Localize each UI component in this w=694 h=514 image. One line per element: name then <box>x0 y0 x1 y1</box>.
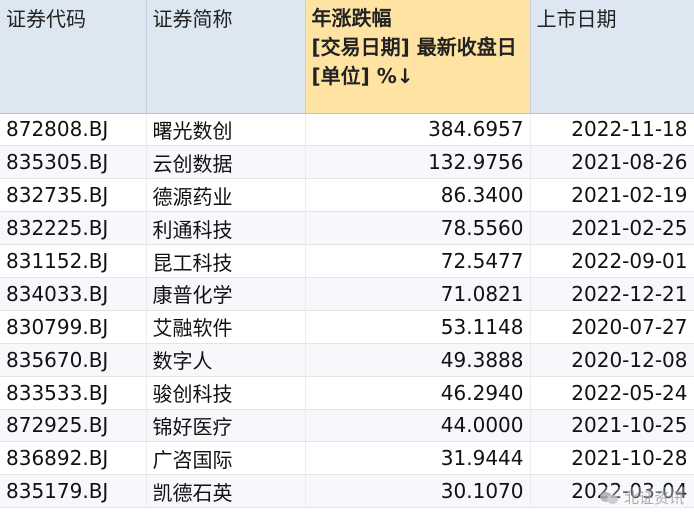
stock-table: 证券代码 证券简称 年涨跌幅 [交易日期] 最新收盘日 [单位] %↓ 上市日期… <box>0 0 694 509</box>
cell-code[interactable]: 835670.BJ <box>0 343 147 377</box>
table-row[interactable]: 832225.BJ 利通科技 78.5560 2021-02-25 <box>0 211 694 246</box>
header-security-name[interactable]: 证券简称 <box>146 0 306 114</box>
cell-name[interactable]: 昆工科技 <box>146 244 306 278</box>
cell-name[interactable]: 艾融软件 <box>146 310 306 344</box>
cell-change[interactable]: 53.1148 <box>305 310 531 344</box>
cell-change[interactable]: 71.0821 <box>305 277 531 311</box>
cell-change[interactable]: 132.9756 <box>305 145 531 180</box>
header-listing-date[interactable]: 上市日期 <box>530 0 694 114</box>
cell-code[interactable]: 872808.BJ <box>0 113 147 147</box>
cell-change[interactable]: 31.9444 <box>305 441 531 476</box>
cell-listing-date[interactable]: 2022-09-01 <box>530 244 694 278</box>
table-row[interactable]: 872808.BJ 曙光数创 384.6957 2022-11-18 <box>0 113 694 147</box>
cell-code[interactable]: 833533.BJ <box>0 376 147 410</box>
cell-change[interactable]: 72.5477 <box>305 244 531 278</box>
cell-listing-date[interactable]: 2020-12-08 <box>530 343 694 377</box>
header-security-name-label: 证券简称 <box>152 7 233 31</box>
cell-change[interactable]: 384.6957 <box>305 113 531 147</box>
cell-change[interactable]: 30.1070 <box>305 474 531 509</box>
cell-code[interactable]: 834033.BJ <box>0 277 147 311</box>
cell-code[interactable]: 835179.BJ <box>0 474 147 509</box>
table-row[interactable]: 833533.BJ 骏创科技 46.2940 2022-05-24 <box>0 376 694 410</box>
header-listing-date-label: 上市日期 <box>536 7 617 31</box>
cell-listing-date[interactable]: 2021-02-25 <box>530 211 694 246</box>
header-row: 证券代码 证券简称 年涨跌幅 [交易日期] 最新收盘日 [单位] %↓ 上市日期 <box>0 0 694 114</box>
table-row[interactable]: 835179.BJ 凯德石英 30.1070 2022-03-04 <box>0 474 694 509</box>
table-row[interactable]: 831152.BJ 昆工科技 72.5477 2022-09-01 <box>0 244 694 278</box>
table-row[interactable]: 872925.BJ 锦好医疗 44.0000 2021-10-25 <box>0 409 694 443</box>
cell-name[interactable]: 康普化学 <box>146 277 306 311</box>
cell-code[interactable]: 830799.BJ <box>0 310 147 344</box>
cell-change[interactable]: 49.3888 <box>305 343 531 377</box>
cell-code[interactable]: 835305.BJ <box>0 145 147 180</box>
cell-name[interactable]: 云创数据 <box>146 145 306 180</box>
cell-change[interactable]: 86.3400 <box>305 178 531 213</box>
wechat-icon <box>599 490 620 506</box>
cell-name[interactable]: 曙光数创 <box>146 113 306 147</box>
cell-name[interactable]: 广咨国际 <box>146 441 306 476</box>
header-annual-change[interactable]: 年涨跌幅 [交易日期] 最新收盘日 [单位] %↓ <box>305 0 531 114</box>
cell-listing-date[interactable]: 2021-08-26 <box>530 145 694 180</box>
table-row[interactable]: 832735.BJ 德源药业 86.3400 2021-02-19 <box>0 178 694 213</box>
cell-listing-date[interactable]: 2022-05-24 <box>530 376 694 410</box>
cell-code[interactable]: 832225.BJ <box>0 211 147 246</box>
header-security-code[interactable]: 证券代码 <box>0 0 147 114</box>
cell-listing-date[interactable]: 2022-12-21 <box>530 277 694 311</box>
header-annual-change-unit: [单位] %↓ <box>311 64 414 88</box>
cell-listing-date[interactable]: 2020-07-27 <box>530 310 694 344</box>
cell-listing-date[interactable]: 2021-10-28 <box>530 441 694 476</box>
cell-name[interactable]: 利通科技 <box>146 211 306 246</box>
watermark-text: 北证资讯 <box>623 489 684 507</box>
cell-name[interactable]: 凯德石英 <box>146 474 306 509</box>
watermark: 北证资讯 <box>599 487 684 508</box>
cell-code[interactable]: 836892.BJ <box>0 441 147 476</box>
cell-change[interactable]: 78.5560 <box>305 211 531 246</box>
cell-name[interactable]: 数字人 <box>146 343 306 377</box>
cell-listing-date[interactable]: 2021-10-25 <box>530 409 694 443</box>
cell-listing-date[interactable]: 2022-11-18 <box>530 113 694 147</box>
cell-name[interactable]: 德源药业 <box>146 178 306 213</box>
cell-code[interactable]: 832735.BJ <box>0 178 147 213</box>
table-body: 872808.BJ 曙光数创 384.6957 2022-11-18 83530… <box>0 113 694 509</box>
cell-name[interactable]: 骏创科技 <box>146 376 306 410</box>
cell-code[interactable]: 831152.BJ <box>0 244 147 278</box>
cell-name[interactable]: 锦好医疗 <box>146 409 306 443</box>
cell-change[interactable]: 44.0000 <box>305 409 531 443</box>
cell-listing-date[interactable]: 2021-02-19 <box>530 178 694 213</box>
table-row[interactable]: 836892.BJ 广咨国际 31.9444 2021-10-28 <box>0 441 694 476</box>
table-row[interactable]: 835670.BJ 数字人 49.3888 2020-12-08 <box>0 343 694 377</box>
header-annual-change-date: [交易日期] 最新收盘日 <box>311 35 517 59</box>
table-row[interactable]: 830799.BJ 艾融软件 53.1148 2020-07-27 <box>0 310 694 344</box>
cell-change[interactable]: 46.2940 <box>305 376 531 410</box>
table-row[interactable]: 835305.BJ 云创数据 132.9756 2021-08-26 <box>0 145 694 180</box>
table-row[interactable]: 834033.BJ 康普化学 71.0821 2022-12-21 <box>0 277 694 311</box>
header-security-code-label: 证券代码 <box>6 7 86 31</box>
cell-code[interactable]: 872925.BJ <box>0 409 147 443</box>
header-annual-change-title: 年涨跌幅 <box>311 6 392 30</box>
